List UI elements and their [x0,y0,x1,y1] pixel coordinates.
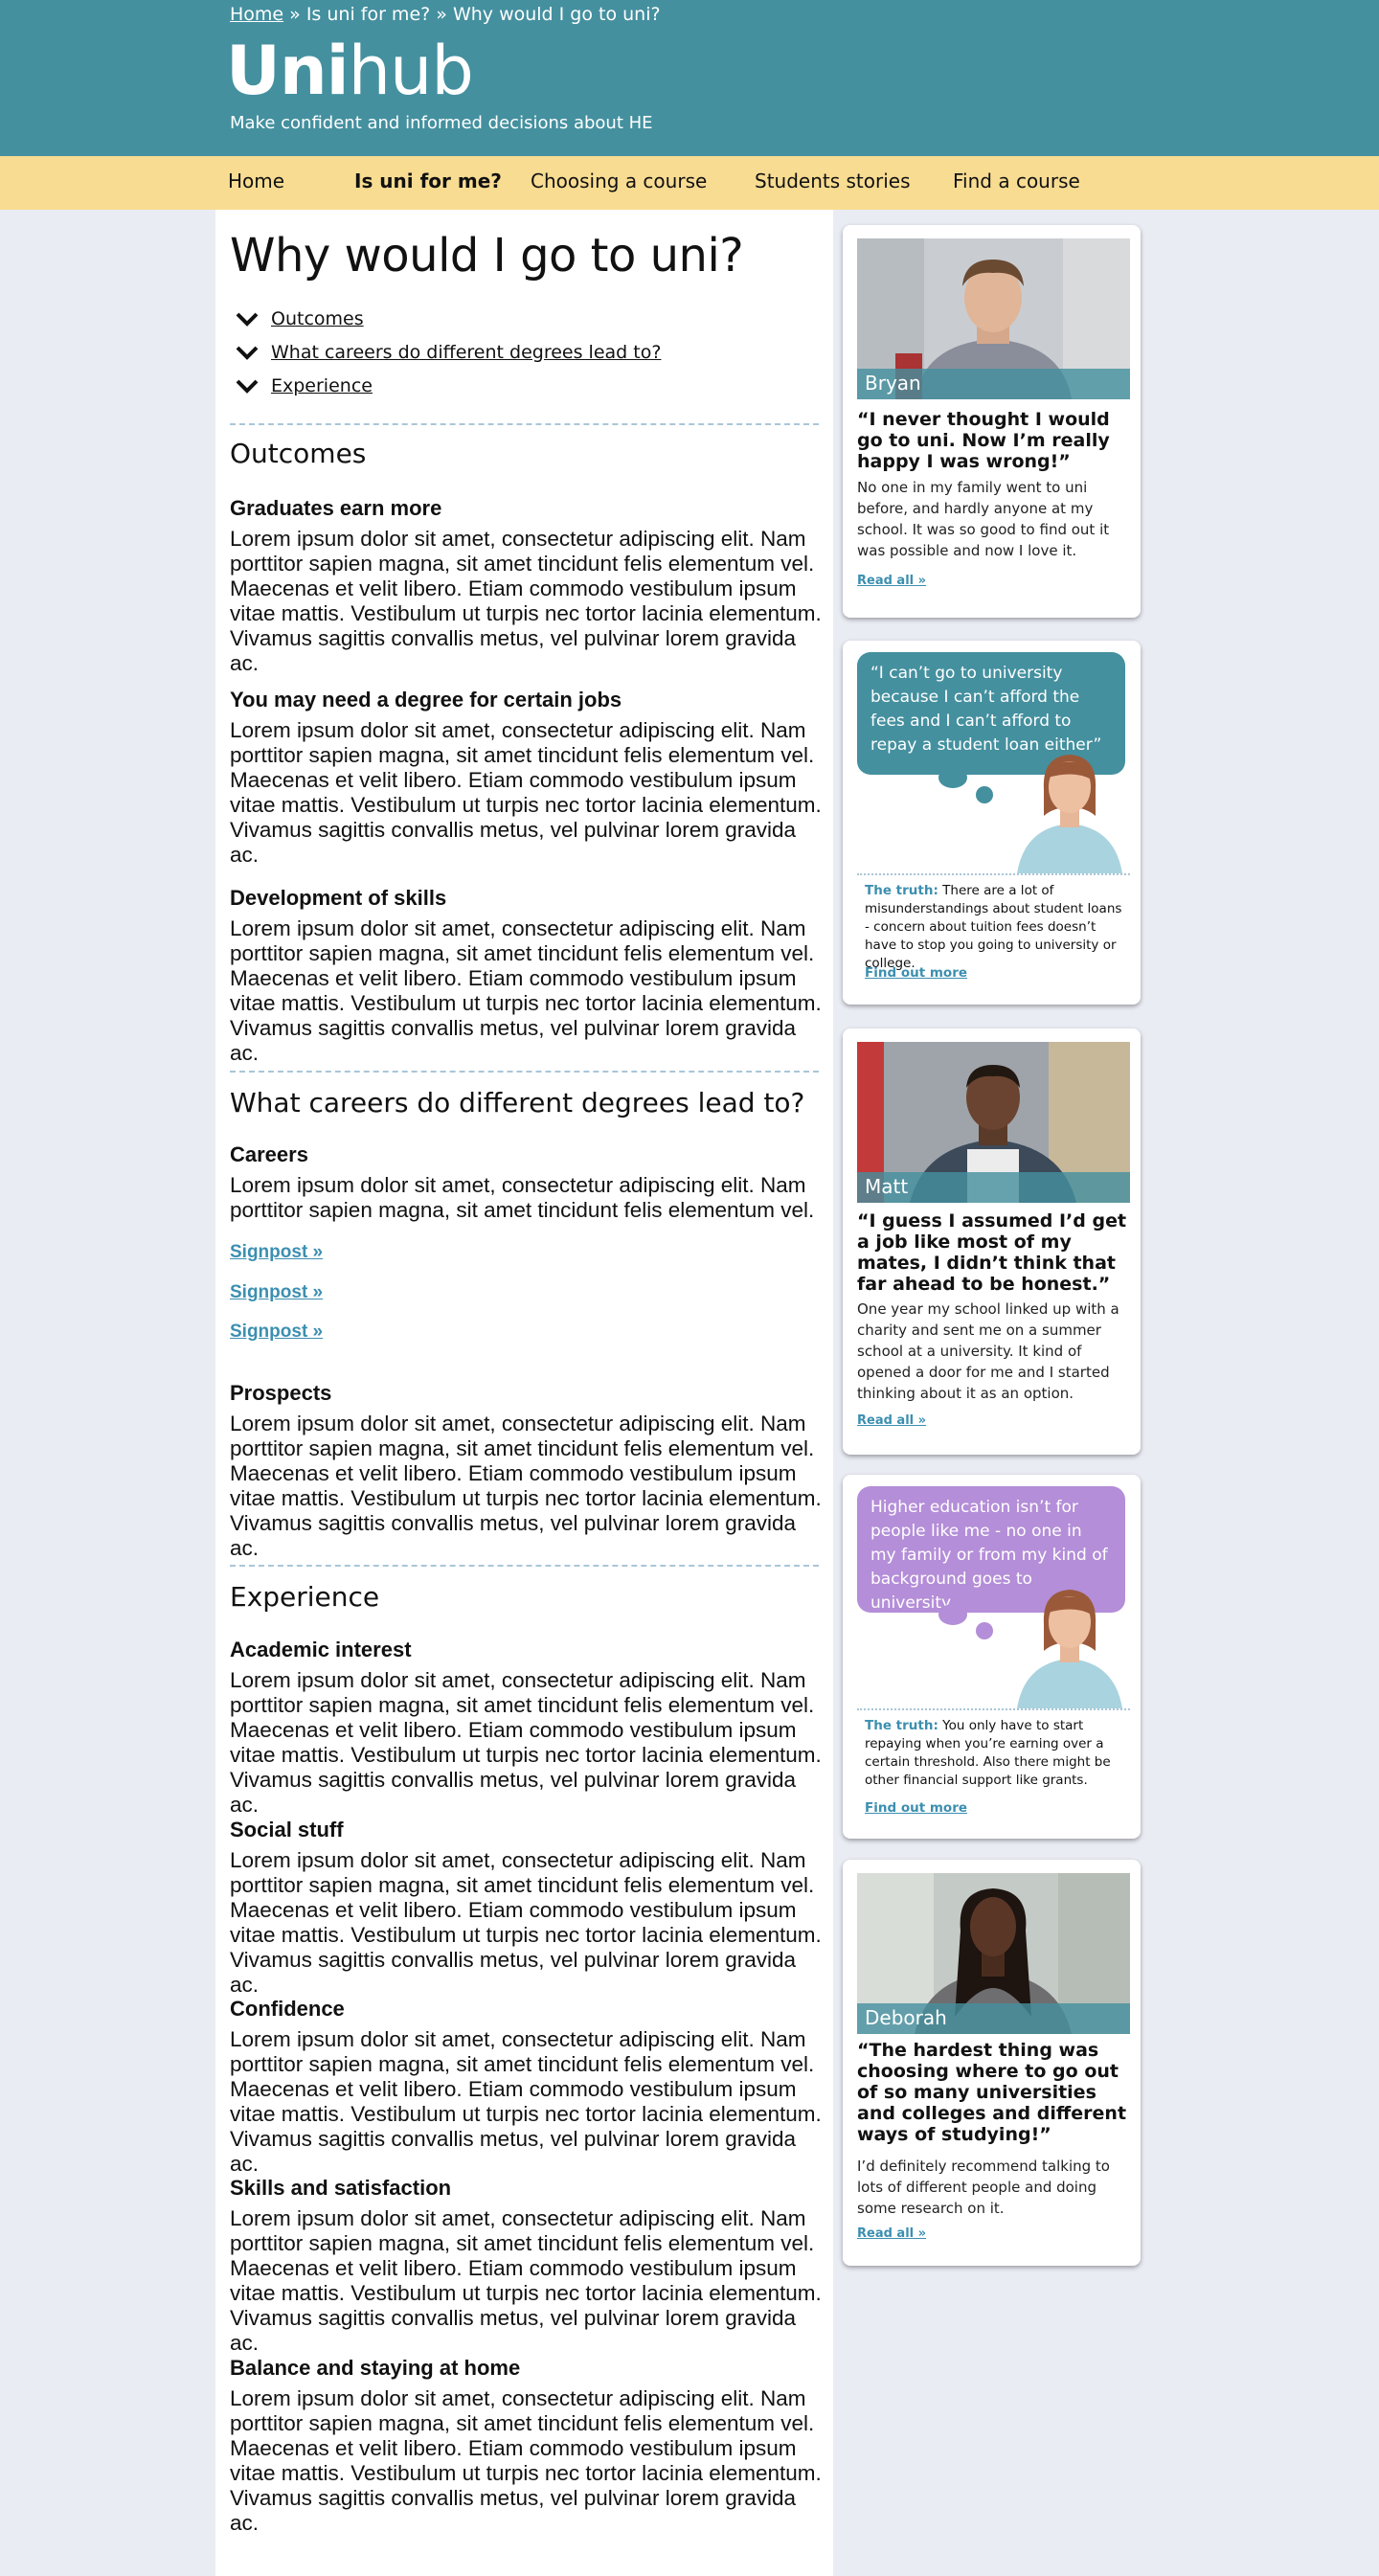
section-divider [230,423,819,425]
nav-item-home[interactable]: Home [228,169,284,192]
body-paragraph: Lorem ipsum dolor sit amet, consectetur … [230,1848,822,1997]
nav-item-students-stories[interactable]: Students stories [755,169,911,192]
student-story: No one in my family went to uni before, … [857,479,1110,559]
section-title-experience: Experience [230,1581,380,1613]
truth-text: The truth: There are a lot of misunderst… [865,882,1123,973]
breadcrumb-level2: Is uni for me? [305,4,431,25]
truth-divider [857,1708,1130,1710]
student-story: One year my school linked up with a char… [857,1300,1119,1402]
subheading: Careers [230,1142,308,1166]
page-title: Why would I go to uni? [230,229,744,282]
subheading: Balance and staying at home [230,2356,521,2380]
myth-card-fees: “I can’t go to university because I can’… [843,641,1141,1005]
bubble-tail [976,786,993,803]
toc-link[interactable]: Experience [271,375,373,396]
bubble-tail [976,1622,993,1639]
toc-item-careers[interactable]: What careers do different degrees lead t… [235,335,661,369]
bubble-tail [938,1604,967,1625]
toc-item-experience[interactable]: Experience [235,369,661,402]
subheading: Academic interest [230,1638,412,1661]
site-logo[interactable]: Unihub [226,32,474,110]
read-all-link[interactable]: Read all » [857,574,926,588]
toc-item-outcomes[interactable]: Outcomes [235,302,661,335]
section-divider [230,1071,819,1073]
breadcrumb-separator: » [283,4,306,25]
student-quote: “I guess I assumed I’d get a job like mo… [857,1210,1127,1295]
signpost-link[interactable]: Signpost » [230,1282,323,1303]
breadcrumb: Home » Is uni for me? » Why would I go t… [230,4,661,25]
student-name: Deborah [857,2003,1130,2034]
truth-label: The truth: [865,1718,938,1733]
truth-label: The truth: [865,883,938,898]
main-content: Why would I go to uni? Outcomes What car… [215,210,833,2576]
chevron-down-icon [236,379,259,394]
read-all-link[interactable]: Read all » [857,1413,926,1428]
logo-light: hub [348,32,474,110]
section-divider [230,1565,819,1567]
student-name: Matt [857,1172,1130,1203]
student-photo: Bryan [857,238,1130,399]
breadcrumb-current: Why would I go to uni? [452,4,661,25]
table-of-contents: Outcomes What careers do different degre… [235,302,661,402]
girl-image [1017,1590,1122,1708]
main-nav: Home Is uni for me? Choosing a course St… [0,156,1379,210]
student-story: I’d definitely recommend talking to lots… [857,2158,1110,2217]
body-paragraph: Lorem ipsum dolor sit amet, consectetur … [230,1668,822,1817]
body-paragraph: Lorem ipsum dolor sit amet, consectetur … [230,527,822,675]
body-paragraph: Lorem ipsum dolor sit amet, consectetur … [230,1412,822,1560]
read-all-link[interactable]: Read all » [857,2226,926,2241]
bubble-tail [938,767,967,788]
tagline: Make confident and informed decisions ab… [230,113,653,133]
nav-item-is-uni-for-me[interactable]: Is uni for me? [354,169,502,192]
student-quote: “The hardest thing was choosing where to… [857,2040,1127,2145]
truth-text: The truth: You only have to start repayi… [865,1717,1123,1790]
nav-item-find-a-course[interactable]: Find a course [953,169,1080,192]
toc-link[interactable]: What careers do different degrees lead t… [271,342,661,363]
signpost-link[interactable]: Signpost » [230,1322,323,1343]
site-header: Home » Is uni for me? » Why would I go t… [0,0,1379,156]
body-paragraph: Lorem ipsum dolor sit amet, consectetur … [230,1173,815,1222]
story-card-matt: Matt “I guess I assumed I’d get a job li… [843,1028,1141,1455]
body-paragraph: Lorem ipsum dolor sit amet, consectetur … [230,2027,822,2176]
student-name: Bryan [857,369,1130,399]
find-out-more-link[interactable]: Find out more [865,965,967,981]
chevron-down-icon [236,346,259,360]
subheading: Social stuff [230,1818,344,1842]
chevron-down-icon [236,312,259,327]
student-photo: Deborah [857,1873,1130,2034]
subheading: Graduates earn more [230,496,442,520]
breadcrumb-separator: » [430,4,453,25]
body-paragraph: Lorem ipsum dolor sit amet, consectetur … [230,916,822,1065]
nav-item-choosing-a-course[interactable]: Choosing a course [531,169,707,192]
girl-image [1017,755,1122,873]
toc-link[interactable]: Outcomes [271,308,364,329]
section-title-careers: What careers do different degrees lead t… [230,1087,805,1119]
section-title-outcomes: Outcomes [230,438,367,469]
student-quote: “I never thought I would go to uni. Now … [857,409,1110,472]
subheading: Development of skills [230,886,447,910]
signpost-link[interactable]: Signpost » [230,1242,323,1263]
girl-illustration [1007,739,1132,873]
subheading: Skills and satisfaction [230,2176,452,2200]
story-card-bryan: Bryan “I never thought I would go to uni… [843,225,1141,618]
body-paragraph: Lorem ipsum dolor sit amet, consectetur … [230,2206,822,2355]
story-card-deborah: Deborah “The hardest thing was choosing … [843,1860,1141,2266]
myth-card-background: Higher education isn’t for people like m… [843,1475,1141,1839]
subheading: Confidence [230,1997,345,2021]
student-photo: Matt [857,1042,1130,1203]
breadcrumb-home-link[interactable]: Home [230,4,283,25]
body-paragraph: Lorem ipsum dolor sit amet, consectetur … [230,2386,822,2535]
subheading: You may need a degree for certain jobs [230,688,622,712]
girl-illustration [1007,1574,1132,1708]
truth-divider [857,873,1130,875]
subheading: Prospects [230,1381,332,1405]
body-paragraph: Lorem ipsum dolor sit amet, consectetur … [230,718,822,867]
find-out-more-link[interactable]: Find out more [865,1800,967,1816]
logo-bold: Uni [226,32,350,110]
